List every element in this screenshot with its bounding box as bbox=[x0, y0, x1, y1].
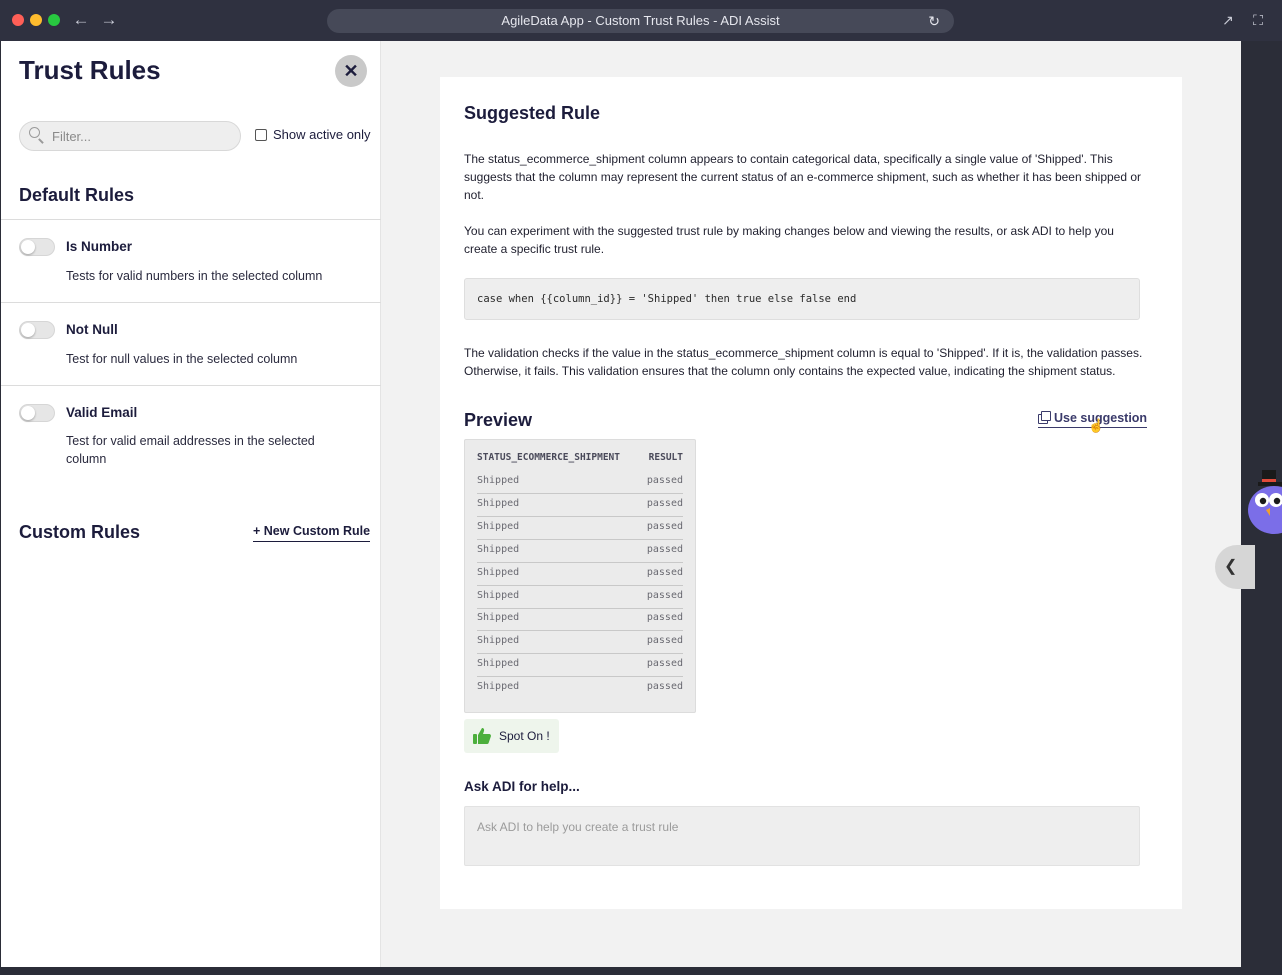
thumbs-up-icon bbox=[473, 728, 491, 744]
filter-field[interactable] bbox=[19, 121, 241, 151]
close-sidebar-button[interactable]: ✕ bbox=[335, 55, 367, 87]
adi-mascot-icon[interactable] bbox=[1246, 466, 1282, 536]
default-rules-heading: Default Rules bbox=[19, 185, 135, 205]
forward-arrow-icon[interactable]: → bbox=[98, 9, 120, 31]
custom-rules-heading: Custom Rules bbox=[19, 522, 141, 542]
minimize-window-button[interactable] bbox=[30, 14, 42, 26]
rule-code-editor[interactable]: case when {{column_id}} = 'Shipped' then… bbox=[464, 278, 1140, 320]
window-title: AgileData App - Custom Trust Rules - ADI… bbox=[501, 13, 780, 28]
table-cell: Shipped bbox=[477, 589, 520, 601]
table-cell: Shipped bbox=[477, 658, 520, 670]
rule-name: Valid Email bbox=[66, 405, 138, 420]
table-header: STATUS_ECOMMERCE_SHIPMENT RESULT bbox=[477, 452, 683, 463]
table-cell: passed bbox=[646, 520, 683, 532]
rule-description: Test for null values in the selected col… bbox=[66, 352, 298, 366]
rule-toggle[interactable] bbox=[19, 321, 55, 339]
show-active-checkbox[interactable] bbox=[255, 129, 267, 141]
zoom-window-button[interactable] bbox=[48, 14, 60, 26]
search-icon bbox=[29, 127, 44, 144]
table-cell: passed bbox=[646, 658, 683, 670]
table-cell: passed bbox=[646, 612, 683, 624]
rule-not-null: Not Null Test for null values in the sel… bbox=[1, 302, 381, 385]
rule-is-number: Is Number Tests for valid numbers in the… bbox=[1, 219, 381, 302]
suggested-rule-card: Suggested Rule The status_ecommerce_ship… bbox=[440, 77, 1182, 909]
validation-paragraph: The validation checks if the value in th… bbox=[464, 346, 1143, 378]
address-bar[interactable]: AgileData App - Custom Trust Rules - ADI… bbox=[327, 9, 954, 33]
table-cell: passed bbox=[646, 497, 683, 509]
rule-name: Is Number bbox=[66, 239, 133, 254]
table-cell: Shipped bbox=[477, 475, 520, 486]
intro-paragraph: The status_ecommerce_shipment column app… bbox=[464, 152, 1142, 202]
back-arrow-icon[interactable]: ← bbox=[70, 9, 92, 31]
rule-description: Test for valid email addresses in the se… bbox=[66, 434, 315, 466]
filter-input[interactable] bbox=[52, 122, 232, 150]
table-cell: passed bbox=[646, 543, 683, 555]
reload-icon[interactable]: ↻ bbox=[928, 9, 940, 33]
spot-on-label: Spot On ! bbox=[499, 729, 550, 743]
table-cell: Shipped bbox=[477, 543, 520, 555]
table-cell: Shipped bbox=[477, 612, 520, 624]
table-cell: passed bbox=[646, 475, 683, 486]
column-header: STATUS_ECOMMERCE_SHIPMENT bbox=[477, 452, 620, 463]
table-cell: Shipped bbox=[477, 497, 520, 509]
table-cell: passed bbox=[646, 681, 683, 693]
preview-table: STATUS_ECOMMERCE_SHIPMENT RESULT Shipped… bbox=[464, 439, 696, 713]
table-row: Shipped passed bbox=[477, 471, 683, 494]
table-row: Shipped passed bbox=[477, 608, 683, 632]
window-titlebar: ← → AgileData App - Custom Trust Rules -… bbox=[0, 0, 1282, 41]
table-row: Shipped passed bbox=[477, 517, 683, 540]
table-row: Shipped passed bbox=[477, 586, 683, 609]
table-cell: Shipped bbox=[477, 566, 520, 578]
table-cell: passed bbox=[646, 635, 683, 647]
new-custom-rule-link[interactable]: + New Custom Rule bbox=[253, 524, 371, 542]
table-row: Shipped passed bbox=[477, 540, 683, 563]
fullscreen-icon[interactable]: ⛶ bbox=[1248, 10, 1268, 30]
table-row: Shipped passed bbox=[477, 631, 683, 655]
column-header: RESULT bbox=[648, 452, 683, 463]
close-window-button[interactable] bbox=[12, 14, 24, 26]
ask-adi-input[interactable] bbox=[477, 817, 1127, 837]
open-external-icon[interactable]: ↗ bbox=[1218, 10, 1238, 30]
table-row: Shipped passed bbox=[477, 677, 683, 700]
collapse-panel-button[interactable]: ❮ bbox=[1215, 545, 1255, 589]
suggested-rule-title: Suggested Rule bbox=[464, 103, 601, 123]
spot-on-button[interactable]: Spot On ! bbox=[464, 719, 559, 753]
table-cell: passed bbox=[646, 589, 683, 601]
ask-adi-heading: Ask ADI for help... bbox=[464, 779, 580, 794]
experiment-paragraph: You can experiment with the suggested tr… bbox=[464, 224, 1114, 256]
sidebar-title: Trust Rules bbox=[19, 55, 161, 85]
rule-description: Tests for valid numbers in the selected … bbox=[66, 269, 323, 283]
rule-toggle[interactable] bbox=[19, 404, 55, 422]
table-row: Shipped passed bbox=[477, 494, 683, 517]
rule-toggle[interactable] bbox=[19, 238, 55, 256]
rule-name: Not Null bbox=[66, 322, 118, 337]
table-cell: Shipped bbox=[477, 681, 520, 693]
show-active-label[interactable]: Show active only bbox=[273, 127, 371, 142]
table-cell: Shipped bbox=[477, 635, 520, 647]
table-cell: passed bbox=[646, 566, 683, 578]
chevron-left-icon: ❮ bbox=[1224, 558, 1238, 575]
table-row: Shipped passed bbox=[477, 563, 683, 586]
app-content: Trust Rules ✕ Show active only Default R… bbox=[1, 41, 1255, 967]
table-row: Shipped passed bbox=[477, 654, 683, 678]
copy-icon bbox=[1038, 411, 1051, 424]
hand-cursor-icon: ☝ bbox=[1088, 418, 1105, 433]
table-cell: Shipped bbox=[477, 520, 520, 532]
ask-adi-box[interactable] bbox=[464, 806, 1140, 866]
rule-valid-email: Valid Email Test for valid email address… bbox=[1, 385, 381, 485]
preview-heading: Preview bbox=[464, 410, 533, 430]
trust-rules-sidebar: Trust Rules ✕ Show active only Default R… bbox=[1, 41, 381, 967]
